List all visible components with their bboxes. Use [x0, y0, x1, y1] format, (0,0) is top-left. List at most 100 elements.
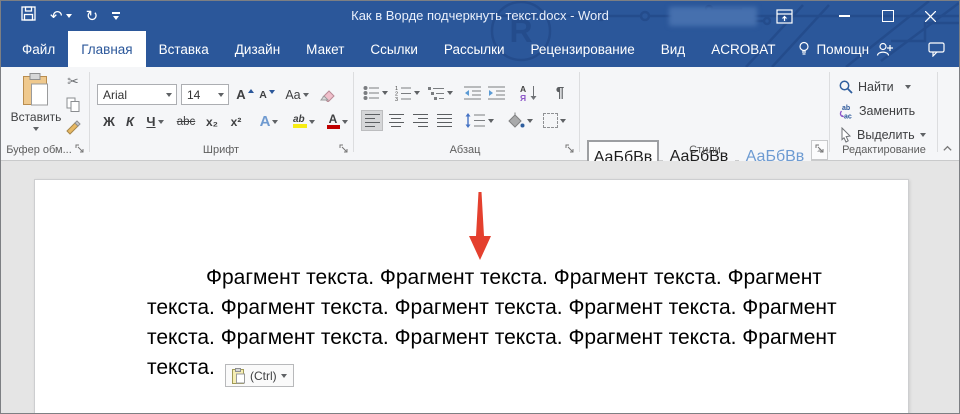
- increase-indent-icon: [488, 85, 505, 101]
- italic-button[interactable]: К: [121, 111, 139, 132]
- clear-formatting-button[interactable]: [317, 84, 339, 105]
- multilevel-list-button[interactable]: [425, 82, 455, 103]
- red-down-arrow: [463, 192, 497, 262]
- paragraph-line[interactable]: текста. Фрагмент текста. Фрагмент текста…: [147, 326, 837, 350]
- svg-text:Я: Я: [520, 93, 526, 102]
- paragraph-dialog-launcher[interactable]: [565, 144, 576, 155]
- font-size-value: 14: [187, 88, 214, 102]
- sort-icon: А Я: [520, 84, 538, 102]
- bullets-button[interactable]: [361, 82, 389, 103]
- font-family-select[interactable]: Arial: [97, 84, 177, 105]
- highlight-icon: ab: [293, 115, 307, 128]
- tab-design[interactable]: Дизайн: [222, 31, 293, 67]
- document-area: Фрагмент текста. Фрагмент текста. Фрагме…: [1, 161, 959, 414]
- subscript-label: x₂: [206, 115, 218, 129]
- font-color-letter: А: [327, 114, 340, 125]
- paragraph-line[interactable]: текста.: [147, 356, 215, 380]
- search-icon: [839, 80, 853, 94]
- tab-layout[interactable]: Макет: [293, 31, 357, 67]
- font-family-caret-icon: [166, 93, 172, 97]
- text-effects-button[interactable]: А: [255, 111, 283, 132]
- save-icon[interactable]: [21, 6, 36, 26]
- paste-options-button[interactable]: (Ctrl): [225, 364, 294, 387]
- tab-home[interactable]: Главная: [68, 31, 145, 67]
- text-effects-letter: А: [260, 113, 271, 130]
- text-highlight-button[interactable]: ab: [289, 111, 319, 132]
- shading-button[interactable]: [503, 110, 535, 131]
- tab-acrobat[interactable]: ACROBAT: [698, 31, 788, 67]
- minimize-button[interactable]: [829, 1, 859, 31]
- shrink-font-button[interactable]: А: [257, 84, 277, 105]
- tab-references[interactable]: Ссылки: [357, 31, 431, 67]
- find-button[interactable]: Найти: [839, 77, 911, 97]
- share-person-icon: [876, 42, 893, 57]
- increase-indent-button[interactable]: [485, 82, 507, 103]
- paste-button[interactable]: Вставить: [9, 73, 63, 131]
- highlight-caret-icon: [309, 120, 315, 124]
- align-center-button[interactable]: [385, 110, 407, 131]
- replace-button[interactable]: ab ac Заменить: [839, 101, 915, 121]
- tab-review[interactable]: Рецензирование: [518, 31, 648, 67]
- share-button[interactable]: [867, 31, 901, 67]
- grow-font-caret-icon: [248, 89, 254, 93]
- select-button[interactable]: Выделить: [839, 125, 926, 145]
- comments-button[interactable]: [919, 31, 953, 67]
- font-dialog-launcher[interactable]: [339, 144, 350, 155]
- change-case-label: Aa: [285, 88, 300, 102]
- change-case-caret-icon: [303, 93, 309, 97]
- undo-icon: ↶: [50, 9, 63, 24]
- ribbon-display-options-button[interactable]: [769, 1, 799, 31]
- subscript-button[interactable]: x₂: [201, 111, 223, 132]
- styles-dialog-launcher[interactable]: [815, 144, 826, 155]
- find-caret-icon: [905, 85, 911, 89]
- find-label: Найти: [858, 80, 894, 94]
- undo-button[interactable]: ↶: [50, 9, 72, 24]
- copy-button[interactable]: [61, 94, 85, 115]
- underline-button[interactable]: Ч: [141, 111, 169, 132]
- text-effects-caret-icon: [272, 120, 278, 124]
- borders-caret-icon: [560, 119, 566, 123]
- numbering-button[interactable]: 123: [393, 82, 421, 103]
- grow-font-button[interactable]: А: [235, 84, 255, 105]
- ribbon: Вставить ✂ Буфер обм... Arial 14: [1, 67, 959, 161]
- word-window: R ↶ ↻ Как в Ворде подче: [0, 0, 960, 414]
- format-painter-button[interactable]: [61, 117, 85, 138]
- lightbulb-icon: [798, 41, 810, 57]
- superscript-label: x²: [231, 115, 242, 129]
- superscript-button[interactable]: x²: [225, 111, 247, 132]
- collapse-ribbon-button[interactable]: [942, 143, 953, 154]
- paste-options-caret-icon: [281, 374, 287, 378]
- tab-mailings[interactable]: Рассылки: [431, 31, 518, 67]
- tab-view[interactable]: Вид: [648, 31, 698, 67]
- change-case-button[interactable]: Aa: [283, 84, 311, 105]
- font-size-select[interactable]: 14: [181, 84, 229, 105]
- paragraph-line[interactable]: Фрагмент текста. Фрагмент текста. Фрагме…: [147, 266, 822, 290]
- paint-bucket-icon: [505, 112, 525, 130]
- customize-qat-button[interactable]: [112, 12, 120, 20]
- tell-me-assistant[interactable]: Помощн: [788, 31, 879, 67]
- clipboard-dialog-launcher[interactable]: [75, 144, 86, 155]
- shrink-font-caret-icon: [269, 90, 275, 94]
- eraser-icon: [320, 87, 336, 102]
- bold-button[interactable]: Ж: [99, 111, 119, 132]
- tab-insert[interactable]: Вставка: [146, 31, 222, 67]
- close-button[interactable]: [913, 1, 947, 31]
- sort-button[interactable]: А Я: [515, 82, 543, 103]
- align-right-button[interactable]: [409, 110, 431, 131]
- grow-font-letter: А: [236, 87, 245, 102]
- svg-text:3: 3: [395, 97, 398, 101]
- show-marks-button[interactable]: ¶: [549, 82, 571, 103]
- line-spacing-button[interactable]: [463, 110, 495, 131]
- decrease-indent-button[interactable]: [461, 82, 483, 103]
- paragraph-line[interactable]: текста. Фрагмент текста. Фрагмент текста…: [147, 296, 837, 320]
- borders-button[interactable]: [539, 110, 569, 131]
- align-left-button[interactable]: [361, 110, 383, 131]
- justify-button[interactable]: [433, 110, 455, 131]
- paste-label: Вставить: [11, 110, 62, 124]
- maximize-button[interactable]: [873, 1, 903, 31]
- tab-file[interactable]: Файл: [9, 31, 68, 67]
- cut-button[interactable]: ✂: [61, 71, 85, 92]
- strikethrough-button[interactable]: abc: [173, 111, 199, 132]
- font-color-button[interactable]: А: [323, 111, 351, 132]
- redo-icon[interactable]: ↻: [86, 9, 99, 24]
